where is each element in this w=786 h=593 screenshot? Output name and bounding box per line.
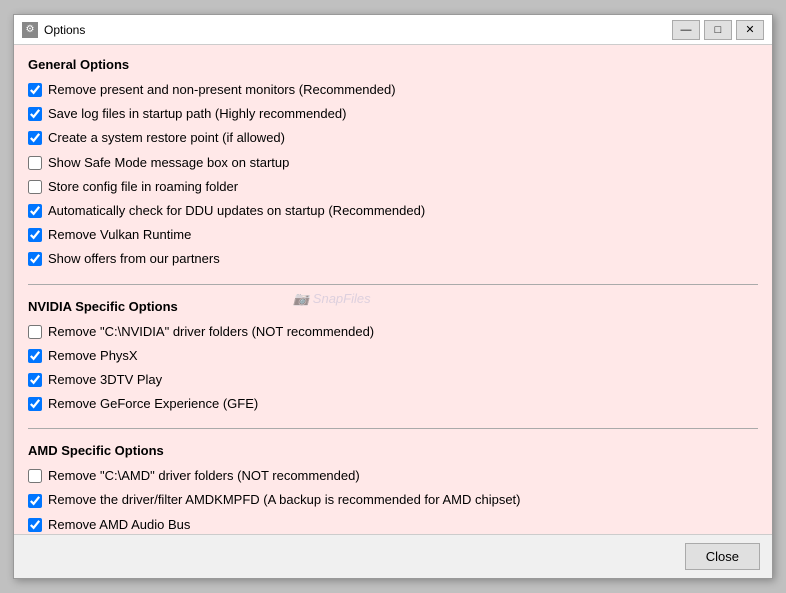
list-item: Remove present and non-present monitors … [28,80,758,100]
label-g7[interactable]: Remove Vulkan Runtime [48,226,191,244]
list-item: Create a system restore point (if allowe… [28,128,758,148]
app-icon: ⚙ [22,22,38,38]
checkbox-n1[interactable] [28,325,42,339]
list-item: Remove "C:\AMD" driver folders (NOT reco… [28,466,758,486]
divider-2 [28,428,758,429]
list-item: Remove 3DTV Play [28,370,758,390]
minimize-button[interactable]: — [672,20,700,40]
title-bar: ⚙ Options — □ ✕ [14,15,772,45]
label-a1[interactable]: Remove "C:\AMD" driver folders (NOT reco… [48,467,360,485]
checkbox-g7[interactable] [28,228,42,242]
maximize-button[interactable]: □ [704,20,732,40]
list-item: Remove Vulkan Runtime [28,225,758,245]
title-bar-left: ⚙ Options [22,22,85,38]
divider-1 [28,284,758,285]
amd-options-title: AMD Specific Options [28,443,758,458]
label-g8[interactable]: Show offers from our partners [48,250,220,268]
list-item: Automatically check for DDU updates on s… [28,201,758,221]
list-item: Remove PhysX [28,346,758,366]
label-n1[interactable]: Remove "C:\NVIDIA" driver folders (NOT r… [48,323,374,341]
checkbox-g2[interactable] [28,107,42,121]
amd-options-section: AMD Specific Options Remove "C:\AMD" dri… [28,443,758,534]
options-window: ⚙ Options — □ ✕ General Options Remove p… [13,14,773,579]
label-g6[interactable]: Automatically check for DDU updates on s… [48,202,425,220]
label-n3[interactable]: Remove 3DTV Play [48,371,162,389]
title-bar-controls: — □ ✕ [672,20,764,40]
nvidia-options-section: 📷 SnapFiles NVIDIA Specific Options Remo… [28,299,758,415]
checkbox-g1[interactable] [28,83,42,97]
checkbox-n4[interactable] [28,397,42,411]
label-a2[interactable]: Remove the driver/filter AMDKMPFD (A bac… [48,491,521,509]
list-item: Remove "C:\NVIDIA" driver folders (NOT r… [28,322,758,342]
footer: Close [14,534,772,578]
general-options-title: General Options [28,57,758,72]
label-g2[interactable]: Save log files in startup path (Highly r… [48,105,346,123]
label-g1[interactable]: Remove present and non-present monitors … [48,81,396,99]
general-options-section: General Options Remove present and non-p… [28,57,758,270]
close-button[interactable]: Close [685,543,760,570]
list-item: Show Safe Mode message box on startup [28,153,758,173]
content-area: General Options Remove present and non-p… [14,45,772,534]
label-g4[interactable]: Show Safe Mode message box on startup [48,154,289,172]
checkbox-g5[interactable] [28,180,42,194]
checkbox-g4[interactable] [28,156,42,170]
checkbox-g3[interactable] [28,131,42,145]
label-n4[interactable]: Remove GeForce Experience (GFE) [48,395,258,413]
nvidia-options-title: NVIDIA Specific Options [28,299,758,314]
list-item: Remove the driver/filter AMDKMPFD (A bac… [28,490,758,510]
checkbox-a2[interactable] [28,494,42,508]
label-n2[interactable]: Remove PhysX [48,347,138,365]
window-close-button[interactable]: ✕ [736,20,764,40]
list-item: Save log files in startup path (Highly r… [28,104,758,124]
list-item: Show offers from our partners [28,249,758,269]
checkbox-n2[interactable] [28,349,42,363]
list-item: Remove AMD Audio Bus [28,515,758,534]
checkbox-a3[interactable] [28,518,42,532]
list-item: Store config file in roaming folder [28,177,758,197]
checkbox-g8[interactable] [28,252,42,266]
window-title: Options [44,23,85,37]
label-g5[interactable]: Store config file in roaming folder [48,178,238,196]
checkbox-g6[interactable] [28,204,42,218]
list-item: Remove GeForce Experience (GFE) [28,394,758,414]
label-g3[interactable]: Create a system restore point (if allowe… [48,129,285,147]
checkbox-a1[interactable] [28,469,42,483]
label-a3[interactable]: Remove AMD Audio Bus [48,516,190,534]
checkbox-n3[interactable] [28,373,42,387]
